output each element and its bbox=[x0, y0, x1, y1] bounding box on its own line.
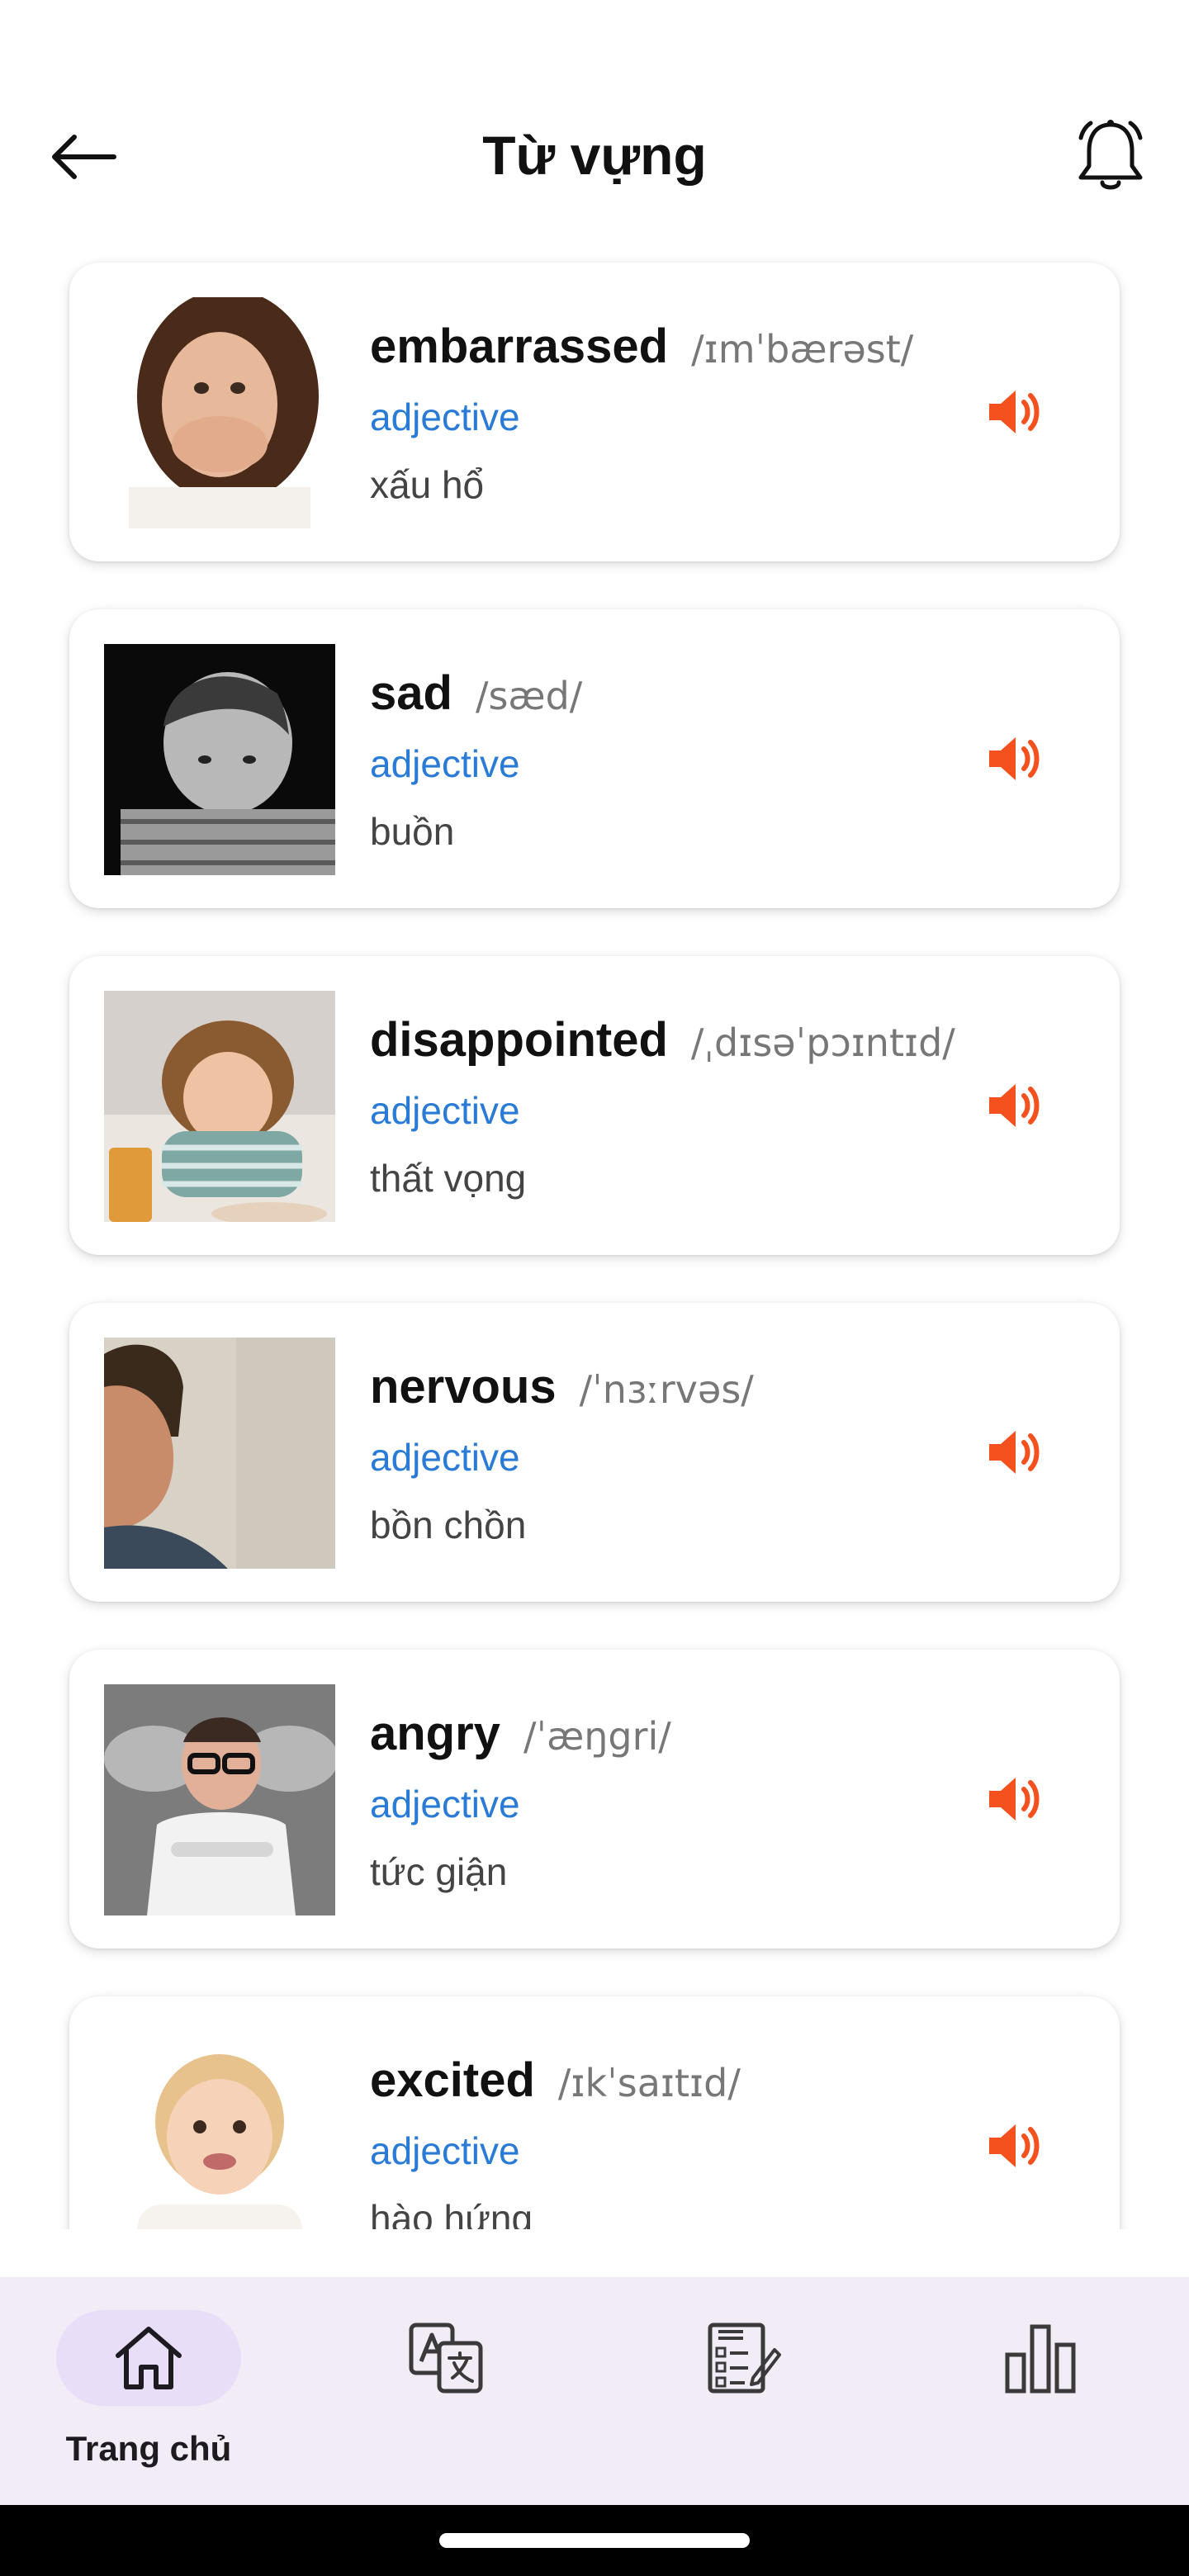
word-part-of-speech: adjective bbox=[370, 2129, 520, 2172]
word-pronunciation: /ˈæŋgri/ bbox=[523, 1714, 671, 1759]
play-audio-button[interactable] bbox=[978, 1068, 1052, 1143]
nav-item-translate[interactable] bbox=[297, 2277, 594, 2505]
word-card[interactable]: nervous /ˈnɜːrvəs/ adjective bồn chồn bbox=[69, 1303, 1120, 1602]
word-meaning: bồn chồn bbox=[370, 1503, 527, 1546]
play-audio-button[interactable] bbox=[978, 375, 1052, 449]
play-audio-button[interactable] bbox=[978, 1415, 1052, 1489]
app-header: Từ vựng bbox=[0, 91, 1189, 223]
translate-icon bbox=[409, 2323, 483, 2394]
word-image bbox=[104, 644, 335, 875]
bell-icon bbox=[1078, 120, 1143, 190]
nav-item-home[interactable]: Trang chủ bbox=[0, 2277, 297, 2505]
nav-item-test[interactable] bbox=[594, 2277, 892, 2505]
word-image bbox=[104, 1684, 335, 1915]
bar-chart-icon bbox=[1005, 2324, 1076, 2394]
word-image bbox=[104, 991, 335, 1222]
word-image bbox=[104, 2031, 335, 2229]
nav-item-statistics[interactable] bbox=[892, 2277, 1189, 2505]
word-card[interactable]: embarrassed /ɪmˈbærəst/ adjective xấu hổ bbox=[69, 263, 1120, 561]
home-indicator[interactable] bbox=[439, 2533, 750, 2548]
system-navigation-bar bbox=[0, 2505, 1189, 2576]
page-title: Từ vựng bbox=[482, 125, 707, 186]
word-meaning: xấu hổ bbox=[370, 463, 485, 506]
word-part-of-speech: adjective bbox=[370, 395, 520, 438]
word-meaning: thất vọng bbox=[370, 1157, 527, 1200]
speaker-icon bbox=[989, 1084, 1040, 1127]
vocabulary-screen: Từ vựng embarrassed /ɪmˈbærəst/ adjectiv… bbox=[0, 0, 1189, 2576]
word-part-of-speech: adjective bbox=[370, 1089, 520, 1132]
play-audio-button[interactable] bbox=[978, 722, 1052, 796]
word-meaning: buồn bbox=[370, 810, 455, 853]
nav-active-indicator bbox=[56, 2310, 241, 2406]
nav-label: Trang chủ bbox=[65, 2429, 232, 2468]
word-meaning: hào hứng bbox=[370, 2197, 533, 2229]
word-card[interactable]: excited /ɪkˈsaɪtɪd/ adjective hào hứng bbox=[69, 1996, 1120, 2229]
word-part-of-speech: adjective bbox=[370, 1436, 520, 1479]
play-audio-button[interactable] bbox=[978, 2109, 1052, 2183]
speaker-icon bbox=[989, 1778, 1040, 1821]
word-text: angry bbox=[370, 1707, 500, 1760]
word-text: disappointed bbox=[370, 1013, 668, 1067]
play-audio-button[interactable] bbox=[978, 1762, 1052, 1836]
vocabulary-list[interactable]: embarrassed /ɪmˈbærəst/ adjective xấu hổ bbox=[0, 248, 1189, 2229]
word-text: nervous bbox=[370, 1360, 557, 1413]
word-pronunciation: /ˈnɜːrvəs/ bbox=[579, 1367, 754, 1412]
word-card[interactable]: disappointed /ˌdɪsəˈpɔɪntɪd/ adjective t… bbox=[69, 956, 1120, 1255]
speaker-icon bbox=[989, 1431, 1040, 1474]
test-icon bbox=[708, 2323, 781, 2394]
speaker-icon bbox=[989, 391, 1040, 433]
word-meaning: tức giận bbox=[370, 1850, 508, 1893]
word-image bbox=[104, 297, 335, 528]
word-card[interactable]: angry /ˈæŋgri/ adjective tức giận bbox=[69, 1650, 1120, 1949]
word-text: excited bbox=[370, 2053, 535, 2107]
word-card[interactable]: sad /sæd/ adjective buồn bbox=[69, 609, 1120, 908]
word-pronunciation: /ɪkˈsaɪtɪd/ bbox=[557, 2061, 741, 2105]
word-pronunciation: /sæd/ bbox=[475, 674, 583, 718]
speaker-icon bbox=[989, 737, 1040, 780]
word-pronunciation: /ɪmˈbærəst/ bbox=[691, 327, 914, 372]
bottom-navigation: Trang chủ bbox=[0, 2277, 1189, 2505]
word-part-of-speech: adjective bbox=[370, 1783, 520, 1825]
word-part-of-speech: adjective bbox=[370, 742, 520, 785]
word-text: sad bbox=[370, 666, 452, 720]
word-text: embarrassed bbox=[370, 320, 669, 373]
word-image bbox=[104, 1338, 335, 1569]
notification-button[interactable] bbox=[1065, 111, 1156, 201]
speaker-icon bbox=[989, 2124, 1040, 2167]
word-pronunciation: /ˌdɪsəˈpɔɪntɪd/ bbox=[690, 1020, 955, 1065]
home-icon bbox=[116, 2327, 182, 2389]
